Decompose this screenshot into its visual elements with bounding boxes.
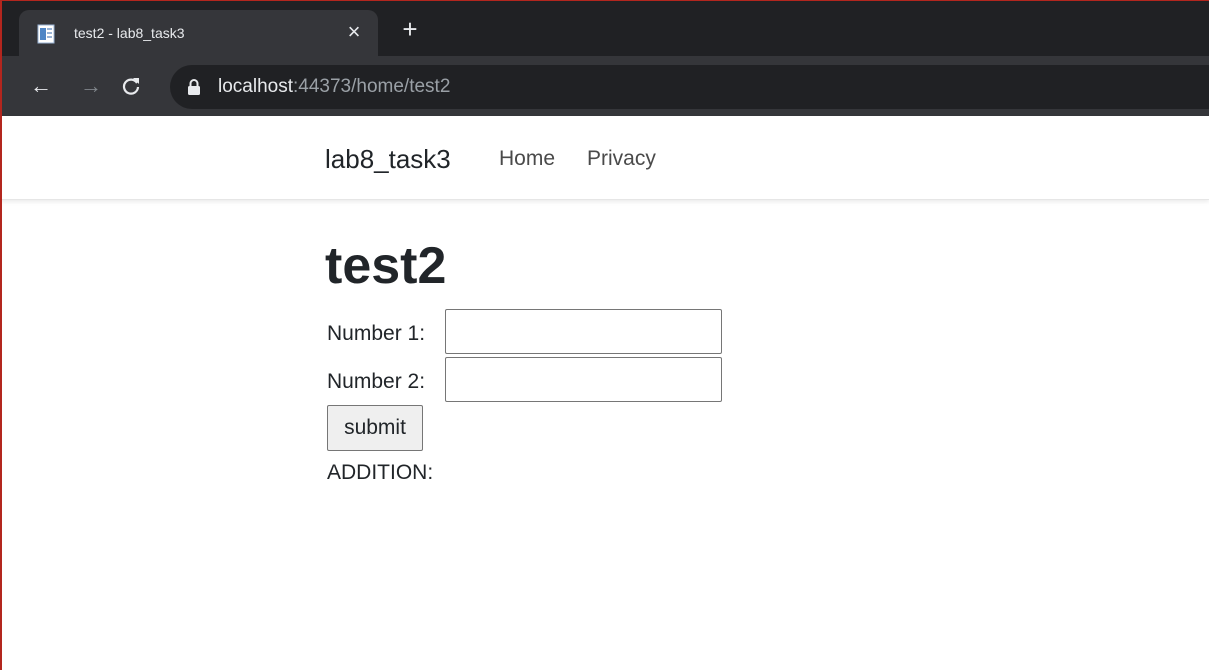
browser-tab[interactable]: test2 - lab8_task3 × bbox=[19, 10, 378, 56]
forward-arrow-icon[interactable]: → bbox=[78, 73, 104, 99]
address-bar[interactable]: localhost:44373/home/test2 bbox=[170, 65, 1209, 109]
submit-button[interactable]: submit bbox=[327, 405, 423, 451]
number2-label: Number 2: bbox=[327, 370, 426, 393]
reload-icon[interactable] bbox=[118, 73, 144, 99]
site-navbar: lab8_task3 Home Privacy bbox=[0, 116, 1209, 200]
url-host: localhost bbox=[218, 76, 293, 97]
tab-strip bbox=[0, 0, 1209, 9]
brand-link[interactable]: lab8_task3 bbox=[325, 144, 451, 175]
nav-link-home[interactable]: Home bbox=[499, 147, 555, 171]
plus-icon[interactable]: + bbox=[397, 16, 423, 42]
url-path: :44373/home/test2 bbox=[293, 76, 451, 97]
page-favicon-icon bbox=[37, 24, 55, 44]
page-title: test2 bbox=[325, 237, 447, 295]
lock-icon bbox=[187, 78, 201, 96]
tab-title: test2 - lab8_task3 bbox=[74, 25, 185, 41]
back-arrow-icon[interactable]: ← bbox=[28, 73, 54, 99]
url-text: localhost:44373/home/test2 bbox=[218, 76, 450, 98]
nav-link-privacy[interactable]: Privacy bbox=[587, 147, 656, 171]
addition-result-label: ADDITION: bbox=[327, 461, 434, 484]
number2-input[interactable] bbox=[445, 357, 722, 402]
number1-input[interactable] bbox=[445, 309, 722, 354]
browser-toolbar: ← → localhost:44373/home/test2 bbox=[0, 56, 1209, 116]
main-content: test2 Number 1: Number 2: submit ADDITIO… bbox=[0, 200, 1209, 670]
browser-chrome: test2 - lab8_task3 × + ← → localhost:443… bbox=[0, 0, 1209, 116]
number1-label: Number 1: bbox=[327, 322, 426, 345]
close-icon[interactable]: × bbox=[342, 20, 366, 44]
window-edge bbox=[0, 0, 2, 670]
